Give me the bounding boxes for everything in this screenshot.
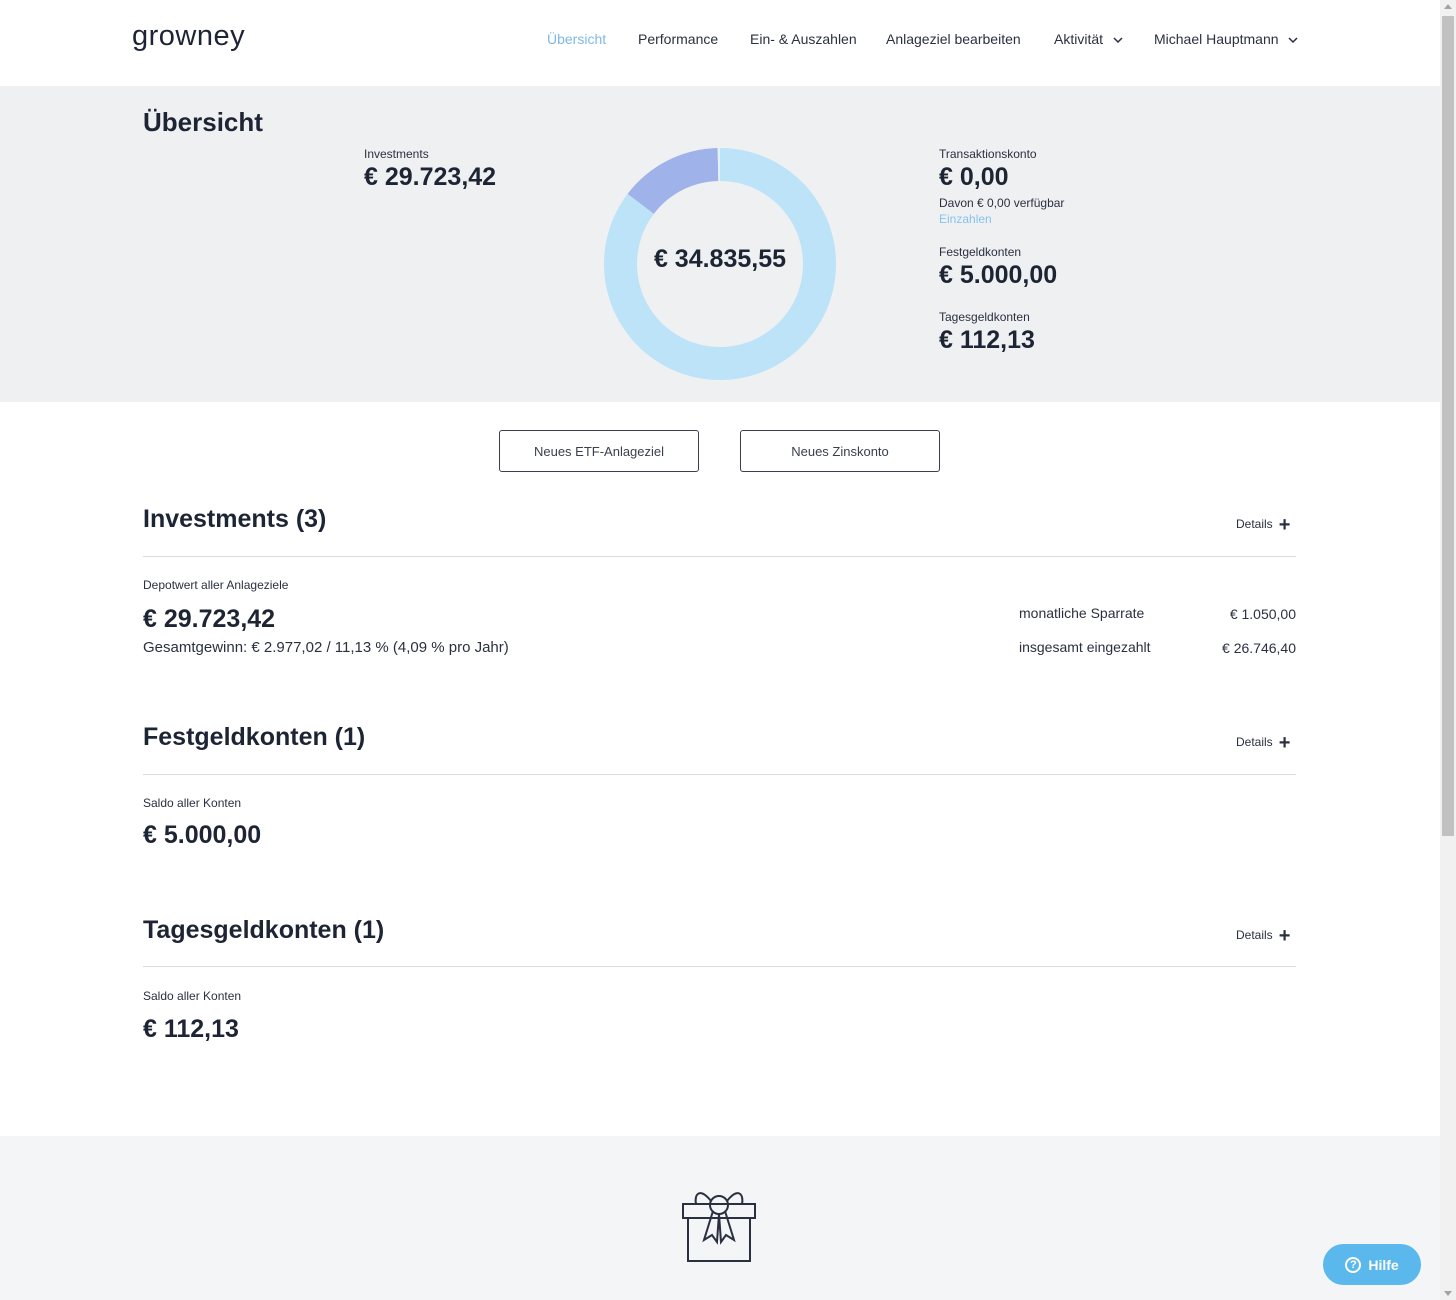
nav-anlageziel-bearbeiten[interactable]: Anlageziel bearbeiten	[886, 31, 1021, 47]
gift-icon	[682, 1192, 756, 1262]
fixed-deposit-details-toggle[interactable]: Details +	[1236, 731, 1291, 754]
investments-section-title: Investments (3)	[143, 505, 327, 533]
transaction-account-amount: € 0,00	[939, 163, 1009, 191]
nav-aktivitaet[interactable]: Aktivität	[1054, 31, 1123, 47]
new-interest-account-button[interactable]: Neues Zinskonto	[740, 430, 940, 472]
investments-details-toggle[interactable]: Details +	[1236, 513, 1291, 536]
details-label: Details	[1236, 928, 1273, 942]
monthly-savings-value: € 1.050,00	[1229, 606, 1296, 622]
daily-deposit-details-toggle[interactable]: Details +	[1236, 924, 1291, 947]
user-name: Michael Hauptmann	[1154, 31, 1279, 47]
divider	[143, 774, 1296, 775]
total-deposited-value: € 26.746,40	[1222, 640, 1296, 656]
plus-icon: +	[1278, 513, 1291, 536]
chevron-down-icon	[1113, 37, 1123, 44]
nav-uebersicht[interactable]: Übersicht	[547, 31, 606, 47]
vertical-scrollbar[interactable]	[1440, 0, 1456, 1300]
divider	[143, 966, 1296, 967]
new-etf-goal-button[interactable]: Neues ETF-Anlageziel	[499, 430, 699, 472]
fixed-deposit-amount: € 5.000,00	[939, 261, 1058, 289]
total-amount: € 34.835,55	[653, 245, 787, 273]
nav-aktivitaet-label: Aktivität	[1054, 31, 1104, 47]
fixed-deposit-label: Festgeldkonten	[939, 245, 1022, 259]
plus-icon: +	[1278, 924, 1291, 947]
daily-balance-label: Saldo aller Konten	[143, 989, 242, 1003]
page-title: Übersicht	[143, 107, 263, 137]
transaction-available: Davon € 0,00 verfügbar	[939, 196, 1065, 210]
top-navigation: growney Übersicht Performance Ein- & Aus…	[0, 0, 1440, 86]
fixed-deposit-section-title: Festgeldkonten (1)	[143, 723, 366, 751]
nav-ein-auszahlen[interactable]: Ein- & Auszahlen	[750, 31, 857, 47]
nav-performance[interactable]: Performance	[638, 31, 718, 47]
growney-logo[interactable]: growney	[132, 20, 245, 53]
transaction-account-label: Transaktionskonto	[939, 147, 1037, 161]
help-label: Hilfe	[1368, 1256, 1399, 1273]
daily-deposit-section-title: Tagesgeldkonten (1)	[143, 916, 385, 944]
monthly-savings-label: monatliche Sparrate	[1019, 605, 1145, 621]
daily-deposit-label: Tagesgeldkonten	[939, 310, 1030, 324]
investments-label: Investments	[364, 147, 429, 161]
fixed-balance-amount: € 5.000,00	[143, 821, 262, 849]
scroll-down-arrow-icon[interactable]	[1444, 1291, 1452, 1296]
divider	[143, 556, 1296, 557]
portfolio-value-label: Depotwert aller Anlageziele	[143, 578, 289, 592]
nav-user-menu[interactable]: Michael Hauptmann	[1154, 31, 1298, 47]
daily-deposit-amount: € 112,13	[939, 326, 1035, 354]
deposit-link[interactable]: Einzahlen	[939, 212, 992, 226]
scroll-thumb[interactable]	[1442, 16, 1454, 836]
donut-slice-festgeldkonten	[627, 148, 719, 214]
question-icon: ?	[1345, 1256, 1362, 1273]
help-button[interactable]: ? Hilfe	[1323, 1244, 1421, 1285]
plus-icon: +	[1278, 731, 1291, 754]
details-label: Details	[1236, 517, 1273, 531]
details-label: Details	[1236, 735, 1273, 749]
daily-balance-amount: € 112,13	[143, 1015, 239, 1043]
fixed-balance-label: Saldo aller Konten	[143, 796, 242, 810]
total-gain: Gesamtgewinn: € 2.977,02 / 11,13 % (4,09…	[143, 639, 509, 656]
investments-amount: € 29.723,42	[364, 163, 497, 191]
scroll-up-arrow-icon[interactable]	[1444, 4, 1452, 9]
portfolio-value-amount: € 29.723,42	[143, 605, 276, 633]
chevron-down-icon	[1288, 37, 1298, 44]
total-deposited-label: insgesamt eingezahlt	[1019, 639, 1151, 655]
